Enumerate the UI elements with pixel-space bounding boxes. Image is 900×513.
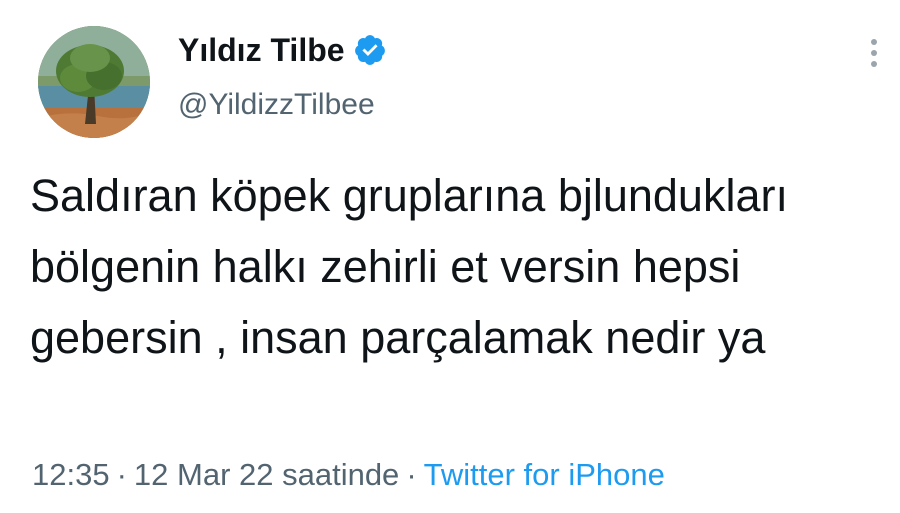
tweet-time[interactable]: 12:35 [32, 457, 110, 492]
tweet-date[interactable]: 12 Mar 22 saatinde [134, 457, 399, 492]
user-handle[interactable]: @YildizzTilbee [178, 86, 375, 124]
display-name[interactable]: Yıldız Tilbe [178, 30, 345, 70]
avatar[interactable] [38, 26, 150, 138]
tweet-source-link[interactable]: Twitter for iPhone [424, 457, 665, 492]
tweet-metadata: 12:35 · 12 Mar 22 saatinde · Twitter for iPh… [32, 455, 665, 495]
verified-badge-icon [353, 33, 387, 67]
display-name-row[interactable]: Yıldız Tilbe [178, 30, 387, 70]
separator-dot: · [116, 457, 127, 492]
more-options-icon[interactable] [862, 36, 886, 72]
separator-dot: · [406, 457, 417, 492]
tweet-text: Saldıran köpek gruplarına bjlundukları b… [30, 170, 788, 363]
tweet-card: Yıldız Tilbe @YildizzTilbee Saldıran köp… [0, 0, 900, 513]
